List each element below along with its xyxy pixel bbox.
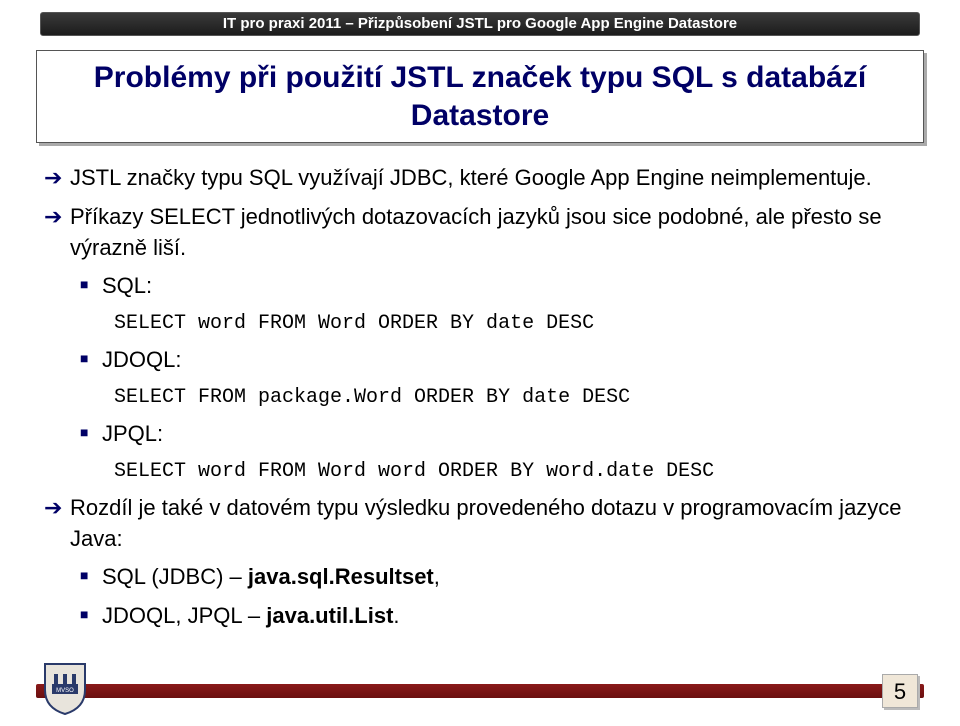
bullet-item: ➔ Příkazy SELECT jednotlivých dotazovací… (44, 202, 916, 264)
bold-text: java.util.List (266, 603, 393, 628)
text-part: SQL (JDBC) – (102, 564, 248, 589)
title-box: Problémy při použití JSTL značek typu SQ… (36, 50, 924, 143)
content-area: ➔ JSTL značky typu SQL využívají JDBC, k… (44, 163, 916, 632)
text-part: . (393, 603, 399, 628)
square-icon: ■ (80, 601, 102, 628)
bullet-text: Příkazy SELECT jednotlivých dotazovacích… (70, 202, 916, 264)
sub-bullet-item: ■ SQL: (80, 271, 916, 302)
sub-bullet-item: ■ JDOQL: (80, 345, 916, 376)
bullet-text: Rozdíl je také v datovém typu výsledku p… (70, 493, 916, 555)
sub-bullet-label: JDOQL: (102, 345, 916, 376)
square-icon: ■ (80, 271, 102, 298)
bullet-item: ➔ JSTL značky typu SQL využívají JDBC, k… (44, 163, 916, 194)
sub-bullet-label: SQL: (102, 271, 916, 302)
sub-bullet-item: ■ JPQL: (80, 419, 916, 450)
square-icon: ■ (80, 562, 102, 589)
bullet-item: ➔ Rozdíl je také v datovém typu výsledku… (44, 493, 916, 555)
text-part: JDOQL, JPQL – (102, 603, 266, 628)
sub-bullet-item: ■ JDOQL, JPQL – java.util.List. (80, 601, 916, 632)
sub-bullet-label: JPQL: (102, 419, 916, 450)
sub-bullet-item: ■ SQL (JDBC) – java.sql.Resultset, (80, 562, 916, 593)
code-line: SELECT word FROM Word word ORDER BY word… (114, 458, 916, 485)
arrow-icon: ➔ (44, 163, 70, 194)
bullet-text: JSTL značky typu SQL využívají JDBC, kte… (70, 163, 916, 194)
arrow-icon: ➔ (44, 493, 70, 524)
bold-text: java.sql.Resultset (248, 564, 434, 589)
arrow-icon: ➔ (44, 202, 70, 233)
code-line: SELECT FROM package.Word ORDER BY date D… (114, 384, 916, 411)
code-line: SELECT word FROM Word ORDER BY date DESC (114, 310, 916, 337)
page-number: 5 (882, 674, 918, 708)
slide-title: Problémy při použití JSTL značek typu SQ… (51, 59, 909, 134)
svg-text:MVSO: MVSO (56, 688, 74, 694)
sub-bullet-text: SQL (JDBC) – java.sql.Resultset, (102, 562, 916, 593)
header-bar: IT pro praxi 2011 – Přizpůsobení JSTL pr… (40, 12, 920, 36)
logo-icon: MVSO (40, 660, 90, 716)
sub-bullet-text: JDOQL, JPQL – java.util.List. (102, 601, 916, 632)
square-icon: ■ (80, 419, 102, 446)
footer-bar (36, 684, 924, 698)
square-icon: ■ (80, 345, 102, 372)
text-part: , (434, 564, 440, 589)
